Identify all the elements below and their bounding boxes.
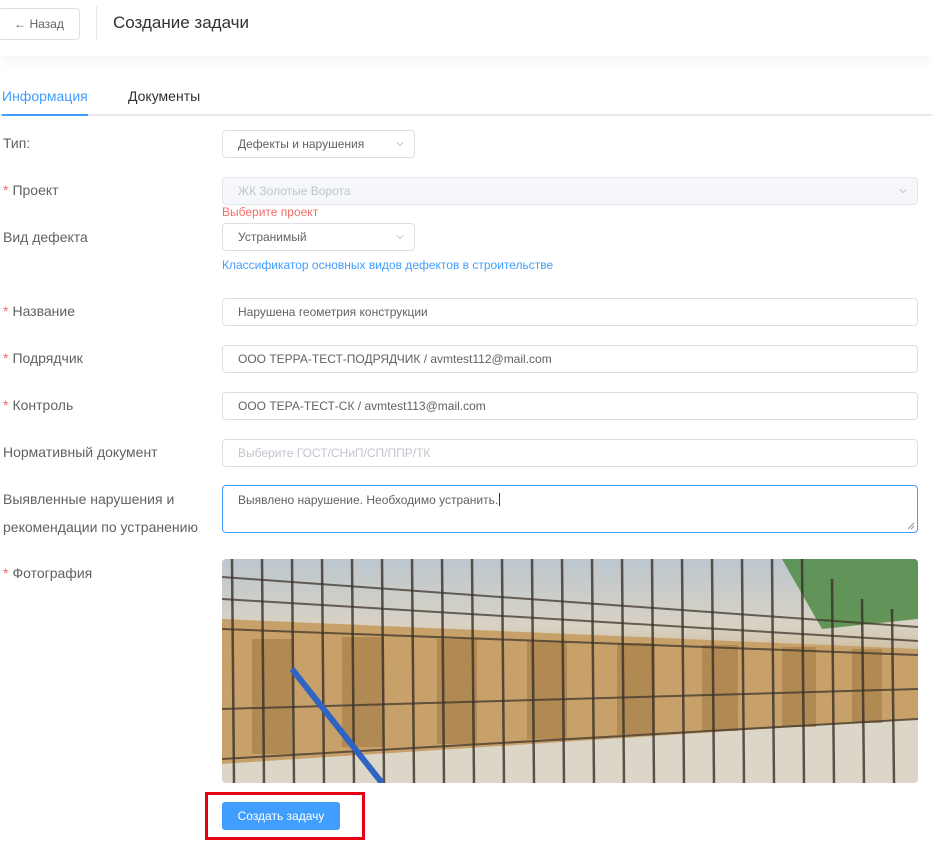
defect-kind-select[interactable]: Устранимый (222, 223, 415, 251)
resize-handle-icon[interactable] (907, 522, 915, 530)
type-label: Тип: (3, 135, 31, 151)
rebar-photo-illustration (222, 559, 918, 783)
page-header: ← Назад Создание задачи (0, 0, 932, 56)
chevron-down-icon (899, 189, 907, 194)
project-select-value: ЖК Золотые Ворота (238, 184, 351, 198)
photo-label: * Фотография (3, 565, 93, 581)
name-label: * Название (3, 303, 76, 319)
project-select[interactable]: ЖК Золотые Ворота (222, 177, 918, 205)
norm-doc-label: Нормативный документ (3, 444, 158, 460)
project-error: Выберите проект (222, 205, 319, 219)
tab-documents[interactable]: Документы (128, 88, 200, 104)
defect-classifier-link[interactable]: Классификатор основных видов дефектов в … (222, 258, 553, 272)
construction-photo (222, 559, 918, 783)
required-asterisk: * (3, 397, 9, 413)
type-select[interactable]: Дефекты и нарушения (222, 130, 415, 158)
tab-information[interactable]: Информация (2, 88, 88, 104)
header-divider (96, 6, 97, 40)
text-cursor (499, 493, 501, 506)
violations-text: Выявлено нарушение. Необходимо устранить… (238, 493, 499, 507)
page-title: Создание задачи (113, 13, 249, 32)
required-asterisk: * (3, 565, 9, 581)
required-asterisk: * (3, 182, 9, 198)
control-label: * Контроль (3, 397, 74, 413)
back-button[interactable]: ← Назад (0, 8, 80, 40)
violations-label-line1: Выявленные нарушения и (3, 491, 175, 507)
chevron-down-icon (396, 235, 404, 240)
type-select-value: Дефекты и нарушения (238, 137, 365, 151)
active-tab-indicator (2, 114, 88, 116)
control-input[interactable]: ООО ТЕРА-ТЕСТ-СК / avmtest113@mail.com (222, 392, 918, 420)
required-asterisk: * (3, 350, 9, 366)
violations-label-line2: рекомендации по устранению (3, 519, 198, 535)
contractor-input[interactable]: ООО ТЕРРА-ТЕСТ-ПОДРЯДЧИК / avmtest112@ma… (222, 345, 918, 373)
tabs-bar: Информация Документы (0, 78, 932, 116)
name-input[interactable]: Нарушена геометрия конструкции (222, 298, 918, 326)
defect-kind-select-value: Устранимый (238, 230, 307, 244)
chevron-down-icon (396, 142, 404, 147)
create-task-button[interactable]: Создать задачу (222, 802, 340, 830)
project-label: * Проект (3, 182, 59, 198)
contractor-label: * Подрядчик (3, 350, 83, 366)
violations-textarea[interactable]: Выявлено нарушение. Необходимо устранить… (222, 485, 918, 533)
required-asterisk: * (3, 303, 9, 319)
norm-doc-input[interactable]: Выберите ГОСТ/СНиП/СП/ППР/ТК (222, 439, 918, 467)
defect-kind-label: Вид дефекта (3, 229, 88, 245)
